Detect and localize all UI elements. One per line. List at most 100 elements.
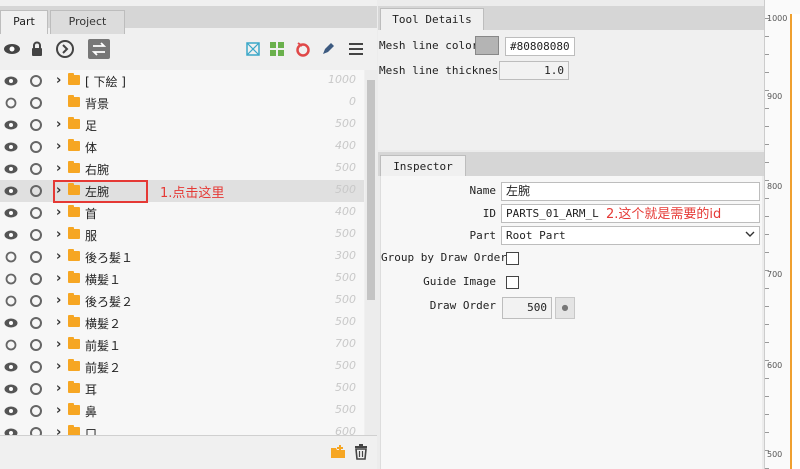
annotation-click-here: 1.点击这里: [160, 186, 225, 201]
layer-row[interactable]: › 後ろ髪２ 500: [0, 290, 364, 312]
eye-icon[interactable]: [4, 229, 18, 241]
layer-row[interactable]: › 横髪２ 500: [0, 312, 364, 334]
tab-inspector[interactable]: Inspector: [380, 155, 466, 178]
menu-icon[interactable]: [346, 39, 366, 59]
chevron-right-icon[interactable]: ›: [56, 425, 66, 435]
layer-row[interactable]: › 横髪１ 500: [0, 268, 364, 290]
lock-toggle[interactable]: [30, 317, 42, 329]
chevron-right-icon[interactable]: ›: [56, 293, 66, 308]
chevron-right-icon[interactable]: ›: [56, 249, 66, 264]
hidden-indicator-icon[interactable]: [4, 97, 18, 109]
mesh-icon[interactable]: [243, 39, 263, 59]
layer-row[interactable]: › 後ろ髪１ 300: [0, 246, 364, 268]
lock-toggle[interactable]: [30, 119, 42, 131]
deformer-icon[interactable]: [267, 39, 287, 59]
lock-toggle[interactable]: [30, 185, 42, 197]
lock-toggle[interactable]: [30, 405, 42, 417]
canvas-edge[interactable]: [790, 14, 800, 469]
hidden-indicator-icon[interactable]: [4, 339, 18, 351]
eye-icon[interactable]: [4, 405, 18, 417]
lock-toggle[interactable]: [30, 163, 42, 175]
chevron-right-icon[interactable]: ›: [56, 161, 66, 176]
id-label: ID: [482, 207, 496, 220]
mesh-line-color-field[interactable]: #80808080: [505, 37, 575, 56]
rotation-icon[interactable]: [293, 39, 313, 59]
lock-toggle[interactable]: [30, 383, 42, 395]
chevron-right-icon[interactable]: ›: [56, 359, 66, 374]
mesh-line-color-swatch[interactable]: [475, 36, 499, 55]
layer-row[interactable]: › 前髪２ 500: [0, 356, 364, 378]
chevron-right-icon[interactable]: ›: [56, 337, 66, 352]
tab-tool-details[interactable]: Tool Details: [380, 8, 484, 32]
trash-icon[interactable]: [354, 444, 368, 463]
eye-icon[interactable]: [4, 207, 18, 219]
part-select-value: Root Part: [506, 229, 566, 242]
hidden-indicator-icon[interactable]: [4, 273, 18, 285]
eye-icon[interactable]: [4, 361, 18, 373]
chevron-right-icon[interactable]: ›: [56, 315, 66, 330]
scroll-thumb[interactable]: [367, 80, 375, 300]
eye-icon[interactable]: [4, 185, 18, 197]
lock-toggle[interactable]: [30, 273, 42, 285]
lock-toggle[interactable]: [30, 97, 42, 109]
mesh-line-thickness-field[interactable]: 1.0: [499, 61, 569, 80]
chevron-right-icon[interactable]: ›: [56, 205, 66, 220]
inspector-panel: Inspector Name 左腕 ID PARTS_01_ARM_L 2.这个…: [378, 150, 764, 469]
eye-icon[interactable]: [4, 383, 18, 395]
lock-toggle[interactable]: [30, 251, 42, 263]
layer-row[interactable]: 背景 0: [0, 92, 364, 114]
draw-order-field[interactable]: 500: [502, 297, 552, 319]
chevron-right-icon[interactable]: ›: [56, 381, 66, 396]
layer-list-scrollbar[interactable]: [365, 70, 377, 435]
chevron-right-icon[interactable]: ›: [56, 403, 66, 418]
chevron-right-icon[interactable]: ›: [56, 117, 66, 132]
layer-row[interactable]: › 右腕 500: [0, 158, 364, 180]
name-field[interactable]: 左腕: [501, 182, 760, 201]
folder-icon: [68, 425, 80, 435]
eye-icon[interactable]: [4, 317, 18, 329]
layer-row[interactable]: › 首 400: [0, 202, 364, 224]
eye-icon[interactable]: [4, 75, 18, 87]
draw-order-reset-button[interactable]: ●: [555, 297, 575, 319]
part-select[interactable]: Root Part: [501, 226, 760, 245]
hidden-indicator-icon[interactable]: [4, 295, 18, 307]
chevron-right-icon[interactable]: ›: [56, 73, 66, 88]
guide-image-label: Guide Image: [423, 275, 496, 288]
eye-icon[interactable]: [4, 427, 18, 435]
layer-row[interactable]: › 足 500: [0, 114, 364, 136]
lock-toggle[interactable]: [30, 427, 42, 435]
lock-toggle[interactable]: [30, 361, 42, 373]
chevron-right-icon[interactable]: ›: [56, 271, 66, 286]
layer-row[interactable]: › 服 500: [0, 224, 364, 246]
layer-row[interactable]: › 耳 500: [0, 378, 364, 400]
layer-row[interactable]: › 鼻 500: [0, 400, 364, 422]
layer-row[interactable]: › [ 下絵 ] 1000: [0, 70, 364, 92]
expand-all-icon[interactable]: [55, 39, 75, 59]
eye-icon[interactable]: [4, 119, 18, 131]
eye-icon[interactable]: [2, 39, 22, 59]
draw-order-label: Draw Order: [429, 299, 496, 312]
ruler-tick: [765, 234, 769, 235]
layer-row[interactable]: › 口 600: [0, 422, 364, 435]
layer-row[interactable]: › 前髪１ 700: [0, 334, 364, 356]
tool-details-body: Mesh line color #80808080 Mesh line thic…: [378, 30, 764, 150]
new-folder-icon[interactable]: [330, 445, 346, 462]
eye-icon[interactable]: [4, 141, 18, 153]
lock-toggle[interactable]: [30, 339, 42, 351]
lock-icon[interactable]: [27, 39, 47, 59]
pen-icon[interactable]: [318, 39, 338, 59]
lock-toggle[interactable]: [30, 295, 42, 307]
group-by-draw-order-checkbox[interactable]: [506, 252, 519, 265]
lock-toggle[interactable]: [30, 207, 42, 219]
lock-toggle[interactable]: [30, 229, 42, 241]
eye-icon[interactable]: [4, 163, 18, 175]
hidden-indicator-icon[interactable]: [4, 251, 18, 263]
chevron-right-icon[interactable]: ›: [56, 227, 66, 242]
layer-name: 体: [85, 141, 98, 155]
layer-row[interactable]: › 体 400: [0, 136, 364, 158]
chevron-right-icon[interactable]: ›: [56, 139, 66, 154]
swap-icon[interactable]: [88, 39, 110, 59]
guide-image-checkbox[interactable]: [506, 276, 519, 289]
lock-toggle[interactable]: [30, 141, 42, 153]
lock-toggle[interactable]: [30, 75, 42, 87]
